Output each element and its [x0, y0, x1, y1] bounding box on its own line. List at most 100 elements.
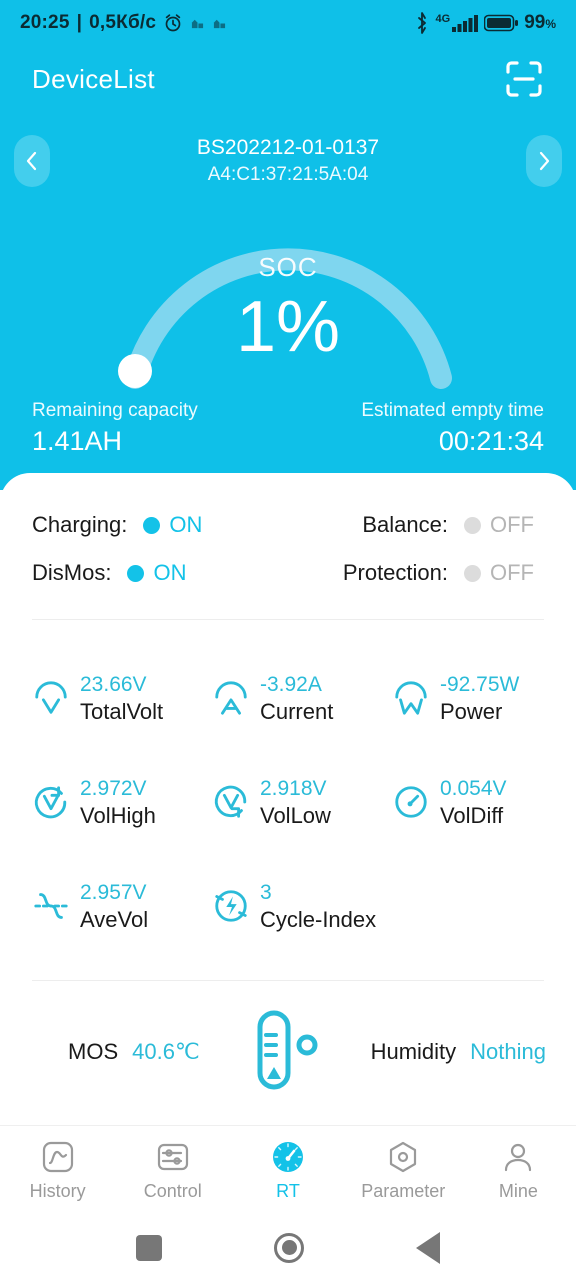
remaining-capacity-value: 1.41AH: [32, 426, 123, 456]
toggle-charging-label: Charging:: [32, 512, 128, 537]
page-title: DeviceList: [32, 63, 155, 94]
metric-current[interactable]: -3.92A Current: [198, 646, 378, 750]
mos-temperature-row: MOS 40.6℃: [68, 1039, 200, 1081]
tab-mine[interactable]: Mine: [461, 1140, 576, 1202]
home-circle-icon[interactable]: [274, 1232, 304, 1263]
toggle-protection-label: Protection:: [342, 560, 448, 585]
metric-label: TotalVolt: [80, 698, 164, 724]
prev-device-button[interactable]: [14, 135, 50, 187]
sliders-icon: [157, 1143, 188, 1170]
toggle-charging-state: ON: [169, 512, 203, 537]
soc-readout: SOC 1%: [0, 252, 576, 367]
toggle-balance-state: OFF: [490, 512, 534, 537]
metric-power[interactable]: -92.75W Power: [378, 646, 558, 750]
metrics-row: 23.66V TotalVolt -3.92A Current -92.75W …: [18, 646, 558, 750]
humidity-label: Humidity: [370, 1039, 457, 1064]
metric-value: 2.918V: [259, 776, 327, 800]
metric-label: Cycle-Index: [259, 906, 377, 932]
soc-label: SOC: [258, 252, 318, 282]
chevron-left-icon: [26, 151, 37, 171]
mos-value: 40.6℃: [132, 1039, 200, 1064]
device-mac: A4:C1:37:21:5A:04: [207, 164, 369, 185]
remaining-capacity: Remaining capacity 1.41AH: [32, 398, 198, 458]
metric-value: 23.66V: [80, 672, 147, 696]
device-selector: BS202212-01-0137 A4:C1:37:21:5A:04: [0, 128, 576, 194]
toggle-balance-label: Balance:: [362, 512, 448, 537]
cycle-bolt-icon: [215, 890, 247, 922]
metric-volhigh[interactable]: 2.972V VolHigh: [18, 750, 198, 854]
ampere-meter-icon: [215, 681, 247, 715]
toggle-row: DisMos: ON Protection: OFF: [32, 549, 544, 597]
battery-percent: 99%: [524, 12, 556, 33]
humidity-value: Nothing: [470, 1039, 546, 1064]
metric-cycle-index[interactable]: 3 Cycle-Index: [198, 854, 378, 958]
metric-value: 3: [259, 880, 272, 904]
average-wave-icon: [34, 893, 68, 919]
volt-low-icon: [214, 785, 247, 818]
metric-label: Power: [439, 698, 503, 724]
tab-history[interactable]: History: [0, 1140, 115, 1202]
chart-history-icon: [42, 1141, 73, 1172]
status-separator: |: [76, 12, 83, 33]
metric-value: -3.92A: [259, 672, 322, 696]
chevron-right-icon: [539, 151, 550, 171]
status-net-speed: 0,5Кб/c: [89, 12, 157, 33]
volt-meter-icon: [35, 681, 67, 714]
metric-label: Current: [259, 698, 334, 724]
metric-voldiff[interactable]: 0.054V VolDiff: [378, 750, 558, 854]
toggle-dismos-dot: [127, 564, 145, 582]
toggle-balance-dot: [464, 516, 481, 534]
metric-totalvolt[interactable]: 23.66V TotalVolt: [18, 646, 198, 750]
signal-bars-icon: [452, 15, 479, 32]
metric-value: 2.957V: [80, 880, 147, 904]
next-device-button[interactable]: [526, 135, 562, 187]
toggle-charging-dot: [143, 516, 161, 534]
volt-diff-gauge-icon: [395, 786, 427, 818]
bluetooth-icon: [417, 12, 426, 34]
estimated-empty-time-value: 00:21:34: [438, 426, 544, 456]
battery-icon: [484, 14, 519, 32]
back-triangle-icon[interactable]: [416, 1231, 440, 1264]
metric-vollow[interactable]: 2.918V VolLow: [198, 750, 378, 854]
temperature-section: MOS 40.6℃ Humidity Nothing: [0, 987, 576, 1137]
tab-mine-label: Mine: [498, 1180, 538, 1201]
capacity-row: Remaining capacity 1.41AH Estimated empt…: [0, 398, 576, 458]
metric-label: VolDiff: [439, 802, 504, 828]
divider: [32, 980, 544, 981]
toggle-dismos-label: DisMos:: [32, 560, 112, 585]
tab-control-label: Control: [143, 1180, 202, 1201]
tab-parameter[interactable]: Parameter: [346, 1140, 461, 1202]
toggle-protection[interactable]: Protection: OFF: [288, 560, 544, 586]
metric-value: 2.972V: [80, 776, 147, 800]
alarm-clock-icon: [165, 14, 181, 32]
details-card: Charging: ON Balance: OFF DisMos: ON Pro…: [0, 473, 576, 1163]
metric-avevol[interactable]: 2.957V AveVol: [18, 854, 198, 958]
toggle-dismos[interactable]: DisMos: ON: [32, 560, 288, 586]
metric-label: VolLow: [259, 802, 331, 828]
bottom-tab-bar: History Control RT Parameter Mine: [0, 1125, 576, 1215]
recents-square-icon[interactable]: [136, 1234, 162, 1261]
toggle-charging[interactable]: Charging: ON: [32, 512, 288, 538]
scan-icon[interactable]: [504, 59, 544, 99]
estimated-empty-time: Estimated empty time 00:21:34: [361, 398, 544, 458]
network-type-label: 4G: [435, 13, 451, 25]
status-toggles: Charging: ON Balance: OFF DisMos: ON Pro…: [0, 473, 576, 597]
remaining-capacity-label: Remaining capacity: [32, 400, 198, 421]
device-info[interactable]: BS202212-01-0137 A4:C1:37:21:5A:04: [50, 134, 526, 188]
tab-control[interactable]: Control: [115, 1140, 230, 1202]
tab-parameter-label: Parameter: [361, 1180, 446, 1201]
temperature-right: Humidity Nothing: [371, 1039, 546, 1081]
thermometer-icon: [257, 1010, 318, 1090]
signal-group: 4G: [436, 14, 479, 32]
toggle-dismos-state: ON: [153, 560, 187, 585]
metrics-row: 2.957V AveVol 3 Cycle-Index: [18, 854, 558, 958]
device-name: BS202212-01-0137: [196, 136, 380, 159]
hexagon-gear-icon: [390, 1141, 417, 1172]
soc-value: 1%: [235, 287, 341, 367]
volt-high-icon: [34, 786, 67, 819]
metrics-row: 2.972V VolHigh 2.918V VolLow 0.054V VolD…: [18, 750, 558, 854]
tab-history-label: History: [29, 1180, 86, 1201]
tab-rt[interactable]: RT: [230, 1140, 345, 1202]
toggle-balance[interactable]: Balance: OFF: [288, 512, 544, 538]
mos-label: MOS: [68, 1039, 119, 1064]
